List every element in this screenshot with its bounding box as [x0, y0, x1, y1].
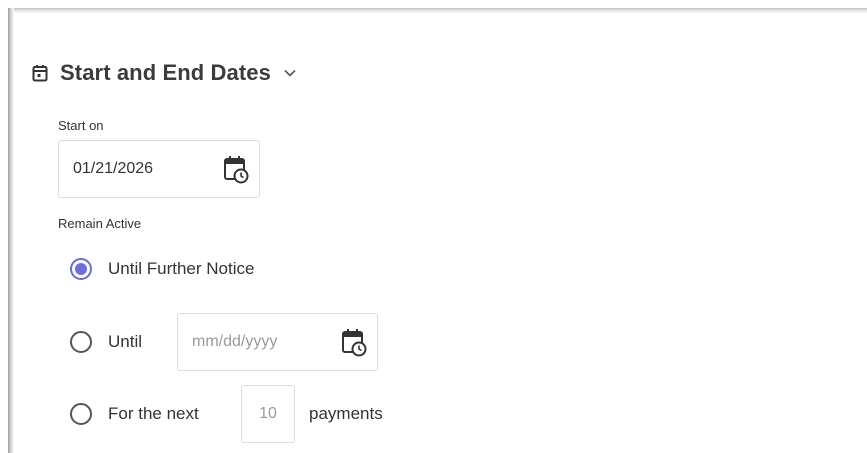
radio-selected-dot: [75, 263, 87, 275]
option-for-the-next[interactable]: For the next: [70, 403, 199, 425]
calendar-clock-icon[interactable]: [222, 154, 250, 184]
option-until[interactable]: Until: [70, 331, 142, 353]
panel-top-shadow: [8, 8, 867, 14]
remain-active-label: Remain Active: [58, 216, 142, 231]
section-header[interactable]: Start and End Dates: [30, 58, 297, 88]
start-date-field[interactable]: 01/21/2026: [58, 140, 260, 198]
for-the-next-label: For the next: [108, 404, 199, 423]
payments-suffix-label: payments: [309, 404, 383, 423]
option-until-further-notice[interactable]: Until Further Notice: [70, 258, 254, 280]
until-date-placeholder[interactable]: mm/dd/yyyy: [192, 333, 277, 351]
start-on-label: Start on: [58, 118, 104, 133]
calendar-icon: [30, 63, 50, 83]
radio-for-the-next[interactable]: [70, 403, 92, 425]
start-end-dates-panel: Start and End Dates Start on 01/21/2026 …: [0, 0, 867, 453]
radio-until[interactable]: [70, 331, 92, 353]
radio-until-further-notice[interactable]: [70, 258, 92, 280]
chevron-down-icon[interactable]: [283, 66, 297, 80]
section-title: Start and End Dates: [60, 60, 271, 85]
panel-left-shadow: [8, 8, 14, 453]
until-label: Until: [108, 332, 143, 351]
calendar-clock-icon[interactable]: [340, 327, 368, 357]
start-date-value[interactable]: 01/21/2026: [73, 160, 153, 178]
until-further-notice-label: Until Further Notice: [108, 259, 255, 278]
payments-count-field[interactable]: 10: [241, 385, 295, 443]
until-date-field[interactable]: mm/dd/yyyy: [177, 313, 378, 371]
